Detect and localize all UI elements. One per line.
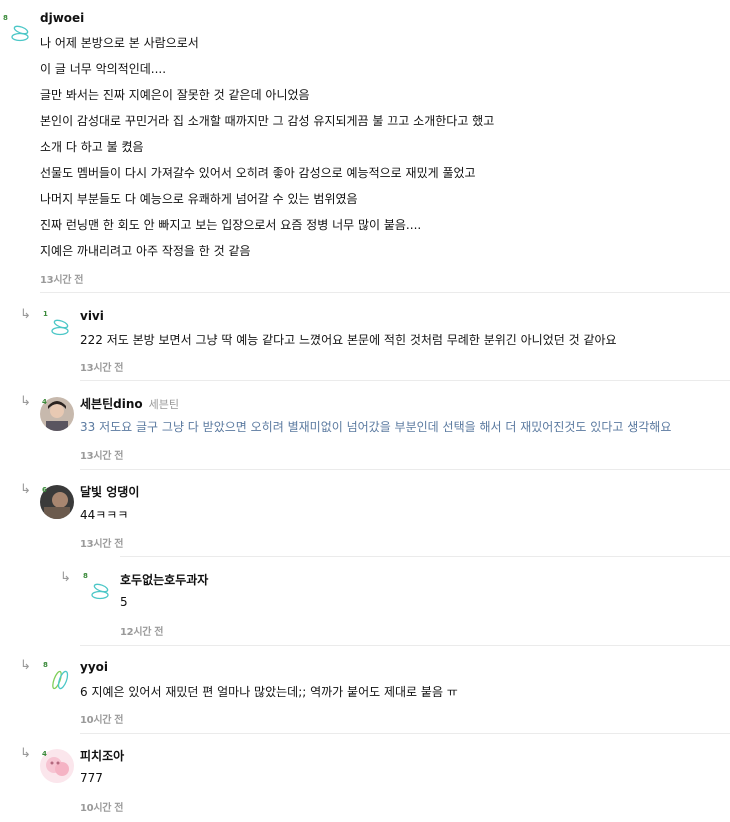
comment-text: 6 지예은 있어서 재밌던 편 얼마나 많았는데;; 역까가 붙어도 제대로 붙… [80, 685, 458, 699]
comment-line: 소개 다 하고 불 켰음 [40, 140, 144, 154]
reply-arrow-icon: ↳ [20, 482, 31, 497]
comment-line: 글만 봐서는 진짜 지예은이 잘못한 것 같은데 아니었음 [40, 88, 310, 102]
nickname[interactable]: 달빛 엉댕이 [80, 483, 139, 500]
level-badge: 4 [42, 398, 47, 406]
reply-comment: ↳ 4 피치조아 777 10시간 전 [0, 734, 730, 822]
level-badge: 4 [42, 750, 47, 758]
nickname[interactable]: yyoi [80, 660, 108, 674]
nickname[interactable]: djwoei [40, 11, 84, 25]
comment-line: 지예은 까내리려고 아주 작정을 한 것 같음 [40, 244, 251, 258]
reply-arrow-icon: ↳ [20, 746, 31, 761]
comment-text: 44ㅋㅋㅋ [80, 508, 129, 522]
nickname[interactable]: vivi [80, 309, 104, 323]
nested-reply-comment: ↳ 8 호두없는호두과자 5 12시간 전 [0, 557, 730, 646]
comment-line: 진짜 런닝맨 한 회도 안 빠지고 보는 입장으로서 요즘 정병 너무 많이 붙… [40, 218, 422, 232]
comment-text: 나 어제 본방으로 본 사람으로서 이 글 너무 악의적인데.... 글만 봐서… [40, 30, 494, 264]
comment-thread: 8 djwoei 나 어제 본방으로 본 사람으로서 이 글 너무 악의적인데.… [0, 0, 730, 822]
comment-text: 777 [80, 771, 103, 785]
fandom-label: 세븐틴 [148, 398, 179, 411]
comment-line: 나머지 부분들도 다 예능으로 유쾌하게 넘어갈 수 있는 범위였음 [40, 192, 358, 206]
nickname[interactable]: 피치조아 [80, 747, 124, 764]
level-badge: 6 [42, 486, 47, 494]
comment-text: 222 저도 본방 보면서 그냥 딱 예능 같다고 느꼈어요 본문에 적힌 것처… [80, 333, 617, 347]
reply-comment: ↳ 4 세븐틴dino 세븐틴 33 저도요 글구 그냥 다 받았으면 오히려 별… [0, 381, 730, 470]
reply-arrow-icon: ↳ [20, 394, 31, 409]
timestamp: 13시간 전 [80, 363, 124, 374]
comment-line: 이 글 너무 악의적인데.... [40, 62, 167, 76]
default-avatar-icon[interactable] [43, 662, 77, 696]
nickname[interactable]: 세븐틴dino 세븐틴 [80, 395, 179, 412]
comment-line: 본인이 감성대로 꾸민거라 집 소개할 때까지만 그 감성 유지되게끔 불 끄고… [40, 114, 495, 128]
comment-text: 33 저도요 글구 그냥 다 받았으면 오히려 별재미없이 넘어갔을 부분인데 … [80, 420, 672, 434]
timestamp: 10시간 전 [80, 715, 124, 726]
timestamp: 12시간 전 [120, 627, 164, 638]
nickname-text: 세븐틴dino [80, 397, 143, 411]
reply-arrow-icon: ↳ [60, 570, 71, 585]
timestamp: 13시간 전 [80, 539, 124, 550]
reply-comment: ↳ 8 yyoi 6 지예은 있어서 재밌던 편 얼마나 많았는데;; 역까가 … [0, 646, 730, 734]
comment-text: 5 [120, 595, 128, 609]
default-avatar-icon[interactable] [43, 310, 77, 344]
nickname[interactable]: 호두없는호두과자 [120, 571, 208, 588]
default-avatar-icon[interactable] [83, 574, 117, 608]
reply-arrow-icon: ↳ [20, 658, 31, 673]
comment-line: 나 어제 본방으로 본 사람으로서 [40, 36, 199, 50]
default-avatar-icon[interactable] [3, 16, 37, 50]
timestamp: 10시간 전 [80, 803, 124, 814]
reply-arrow-icon: ↳ [20, 307, 31, 322]
comment: 8 djwoei 나 어제 본방으로 본 사람으로서 이 글 너무 악의적인데.… [0, 0, 730, 293]
timestamp: 13시간 전 [40, 275, 84, 286]
comment-line: 선물도 멤버들이 다시 가져갈수 있어서 오히려 좋아 감성으로 예능적으로 재… [40, 166, 476, 180]
timestamp: 13시간 전 [80, 451, 124, 462]
reply-comment: ↳ 1 vivi 222 저도 본방 보면서 그냥 딱 예능 같다고 느꼈어요 … [0, 293, 730, 381]
reply-comment: ↳ 6 달빛 엉댕이 44ㅋㅋㅋ 13시간 전 [0, 470, 730, 557]
